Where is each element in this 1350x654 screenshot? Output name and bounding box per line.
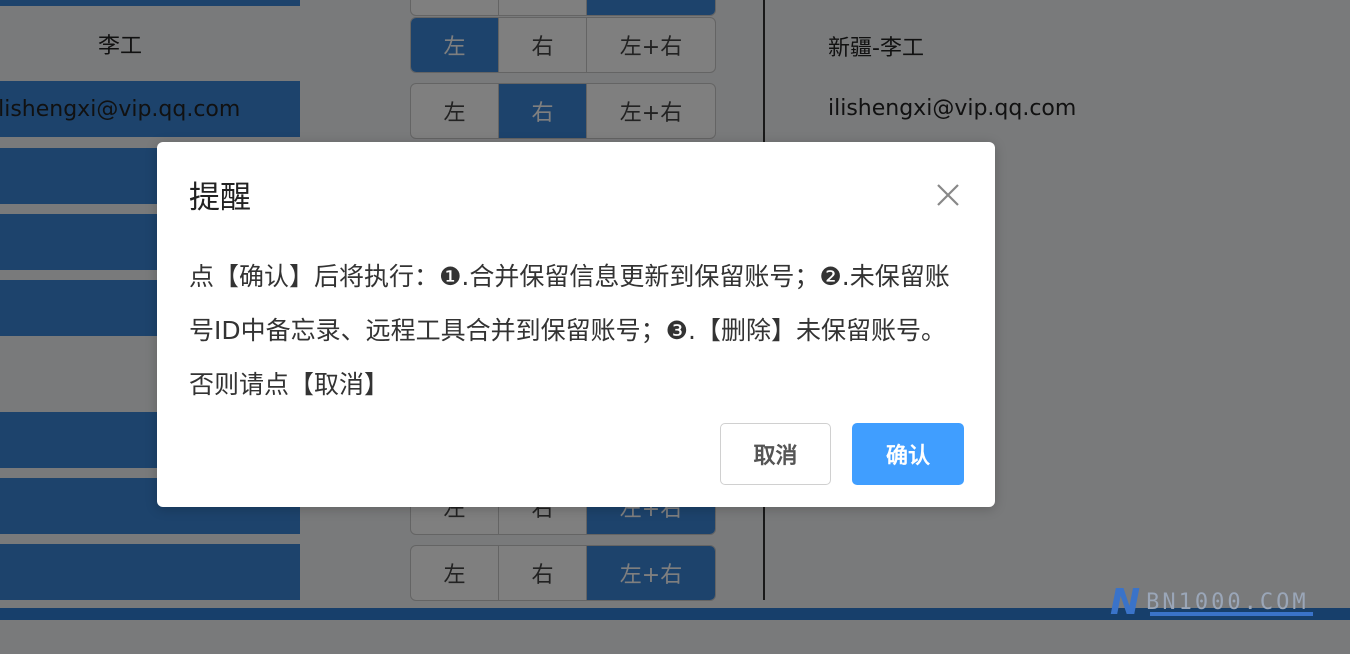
close-icon[interactable]	[935, 182, 961, 208]
dialog-title: 提醒	[189, 180, 251, 216]
watermark-logo: N	[1110, 582, 1141, 623]
dialog-message: 点【确认】后将执行：❶.合并保留信息更新到保留账号；❷.未保留账号ID中备忘录、…	[189, 262, 950, 399]
confirm-dialog: 提醒 点【确认】后将执行：❶.合并保留信息更新到保留账号；❷.未保留账号ID中备…	[157, 142, 995, 507]
watermark: N BN1000.COM	[1110, 582, 1309, 623]
confirm-button[interactable]: 确认	[852, 423, 964, 485]
cancel-button[interactable]: 取消	[720, 423, 831, 485]
watermark-underline	[1150, 612, 1313, 616]
